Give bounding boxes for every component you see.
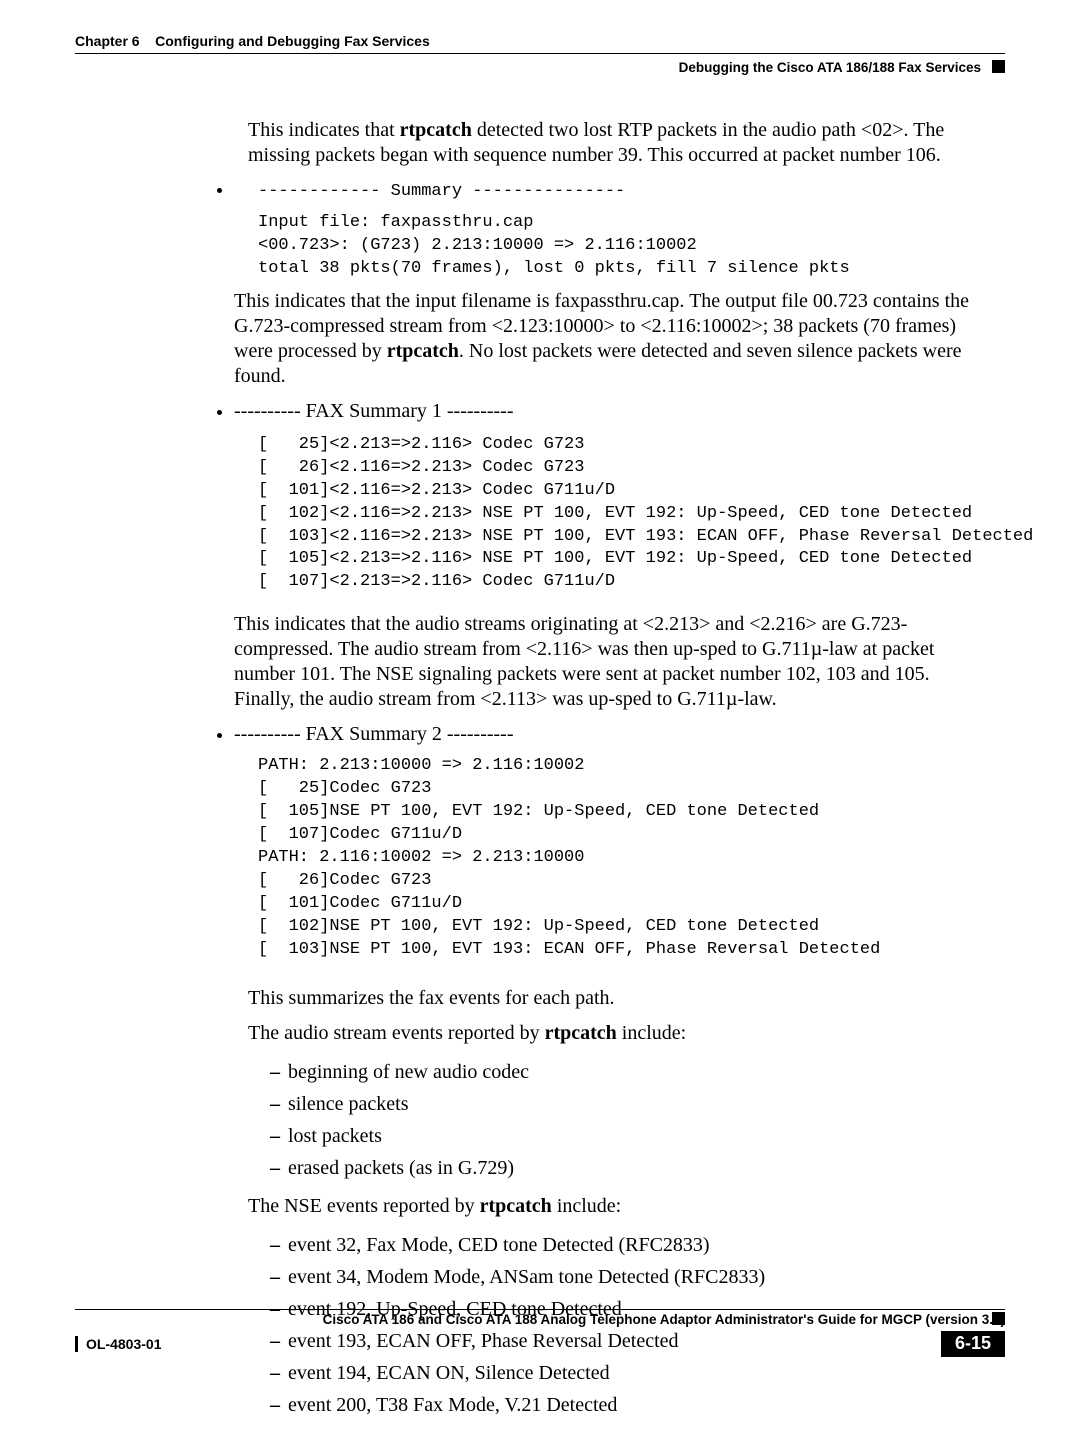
- header-chapter-label: Chapter 6: [75, 33, 140, 49]
- list-item: beginning of new audio codec: [270, 1056, 988, 1088]
- summary-title-code: ------------ Summary ---------------: [258, 181, 988, 204]
- text-bold: rtpcatch: [400, 119, 472, 141]
- summary-code-block: Input file: faxpassthru.cap <00.723>: (G…: [258, 212, 988, 281]
- text: include:: [552, 1195, 621, 1217]
- fax1-explanation: This indicates that the audio streams or…: [234, 612, 988, 712]
- footer-doc-number: OL-4803-01: [86, 1336, 161, 1352]
- list-item: event 32, Fax Mode, CED tone Detected (R…: [270, 1229, 988, 1261]
- summarize-line: This summarizes the fax events for each …: [248, 986, 988, 1011]
- intro-paragraph-1: This indicates that rtpcatch detected tw…: [248, 118, 988, 168]
- fax1-code-block: [ 25]<2.213=>2.116> Codec G723 [ 26]<2.1…: [258, 434, 988, 595]
- footer-bar-icon: [75, 1336, 78, 1352]
- text-bold: rtpcatch: [545, 1022, 617, 1044]
- text-bold: rtpcatch: [480, 1195, 552, 1217]
- fax2-code-block: PATH: 2.213:10000 => 2.116:10002 [ 25]Co…: [258, 755, 988, 961]
- bullet-summary: ------------ Summary --------------- Inp…: [234, 178, 988, 389]
- audio-events-list: beginning of new audio codec silence pac…: [248, 1056, 988, 1184]
- header-section-title: Debugging the Cisco ATA 186/188 Fax Serv…: [679, 60, 981, 75]
- text-bold: rtpcatch: [387, 340, 459, 362]
- page-footer: Cisco ATA 186 and Cisco ATA 188 Analog T…: [75, 1309, 1005, 1357]
- fax1-title: ---------- FAX Summary 1 ----------: [234, 400, 514, 422]
- footer-page-number: 6-15: [941, 1331, 1005, 1357]
- list-item: event 200, T38 Fax Mode, V.21 Detected: [270, 1389, 988, 1421]
- text: This indicates that: [248, 119, 400, 141]
- text: The NSE events reported by: [248, 1195, 480, 1217]
- list-item: event 194, ECAN ON, Silence Detected: [270, 1357, 988, 1389]
- nse-events-intro: The NSE events reported by rtpcatch incl…: [248, 1194, 988, 1219]
- header-rule: [75, 53, 1005, 54]
- header-chapter: Chapter 6 Configuring and Debugging Fax …: [75, 33, 430, 49]
- bullet-fax-summary-2: ---------- FAX Summary 2 ---------- PATH…: [234, 722, 988, 961]
- audio-events-intro: The audio stream events reported by rtpc…: [248, 1021, 988, 1046]
- summary-explanation: This indicates that the input filename i…: [234, 289, 988, 389]
- page-content: This indicates that rtpcatch detected tw…: [248, 118, 988, 1431]
- footer-rule: [75, 1309, 1005, 1310]
- text: The audio stream events reported by: [248, 1022, 545, 1044]
- bullet-fax-summary-1: ---------- FAX Summary 1 ---------- [ 25…: [234, 399, 988, 713]
- list-item: erased packets (as in G.729): [270, 1152, 988, 1184]
- footer-marker-box: [992, 1312, 1005, 1325]
- header-chapter-title: Configuring and Debugging Fax Services: [155, 33, 430, 49]
- header-marker-box: [992, 60, 1005, 73]
- text: include:: [617, 1022, 686, 1044]
- list-item: lost packets: [270, 1120, 988, 1152]
- fax2-title: ---------- FAX Summary 2 ----------: [234, 723, 514, 745]
- list-item: event 34, Modem Mode, ANSam tone Detecte…: [270, 1261, 988, 1293]
- footer-book-title: Cisco ATA 186 and Cisco ATA 188 Analog T…: [323, 1312, 1005, 1327]
- list-item: silence packets: [270, 1088, 988, 1120]
